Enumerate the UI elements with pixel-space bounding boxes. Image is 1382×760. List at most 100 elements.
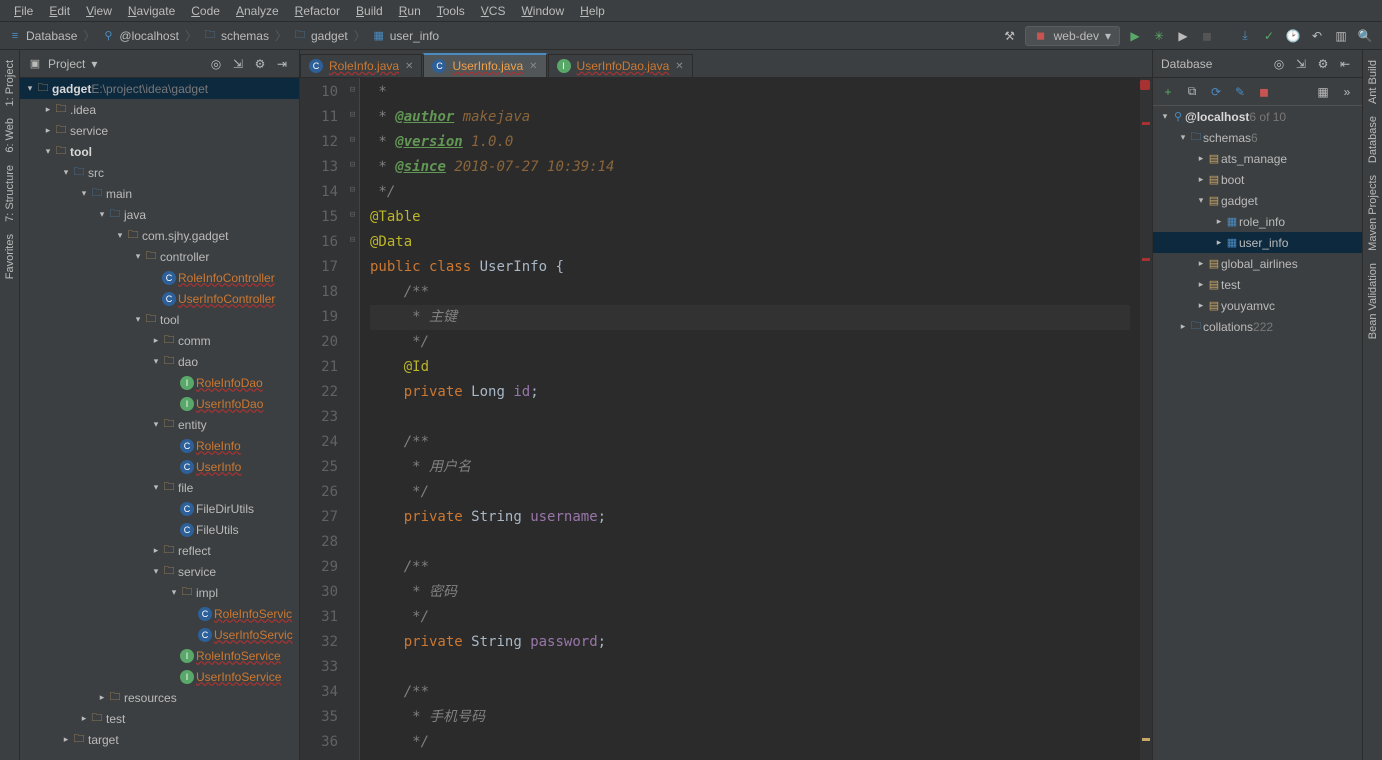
code-line[interactable]: private String password; bbox=[370, 630, 1130, 655]
menu-analyze[interactable]: Analyze bbox=[228, 2, 287, 20]
vcs-revert-icon[interactable]: ↶ bbox=[1308, 27, 1326, 45]
line-number[interactable]: 29 bbox=[300, 555, 338, 580]
tool-tab-beanvalidation[interactable]: Bean Validation bbox=[1365, 257, 1381, 345]
code-line[interactable]: @Table bbox=[370, 205, 1130, 230]
tree-item[interactable]: ▸🗀resources bbox=[20, 687, 299, 708]
line-number[interactable]: 19 bbox=[300, 305, 338, 330]
tree-item[interactable]: IUserInfoDao bbox=[20, 393, 299, 414]
collapse-all-icon[interactable]: ⇲ bbox=[229, 55, 247, 73]
db-tree-item[interactable]: ▸▤ boot bbox=[1153, 169, 1362, 190]
error-mark[interactable] bbox=[1142, 122, 1150, 125]
tree-item[interactable]: IRoleInfoDao bbox=[20, 372, 299, 393]
menu-tools[interactable]: Tools bbox=[429, 2, 473, 20]
tree-item[interactable]: ▸🗀comm bbox=[20, 330, 299, 351]
expand-arrow-icon[interactable]: ▾ bbox=[132, 251, 144, 262]
line-number[interactable]: 36 bbox=[300, 730, 338, 755]
vcs-commit-icon[interactable]: ✓ bbox=[1260, 27, 1278, 45]
expand-arrow-icon[interactable]: ▾ bbox=[42, 146, 54, 157]
tree-item[interactable]: ▾🗀src bbox=[20, 162, 299, 183]
tree-item[interactable]: ▾🗀service bbox=[20, 561, 299, 582]
db-tree-item[interactable]: ▸▤ test bbox=[1153, 274, 1362, 295]
expand-arrow-icon[interactable]: ▸ bbox=[150, 335, 162, 346]
tree-item[interactable]: ▸🗀test bbox=[20, 708, 299, 729]
line-number[interactable]: 25 bbox=[300, 455, 338, 480]
code-line[interactable]: * 密码 bbox=[370, 580, 1130, 605]
expand-arrow-icon[interactable]: ▸ bbox=[150, 545, 162, 556]
error-indicator-icon[interactable] bbox=[1140, 80, 1150, 90]
expand-arrow-icon[interactable]: ▸ bbox=[1195, 279, 1207, 290]
code-line[interactable]: * @author makejava bbox=[370, 105, 1130, 130]
expand-arrow-icon[interactable]: ▾ bbox=[78, 188, 90, 199]
expand-arrow-icon[interactable]: ▸ bbox=[78, 713, 90, 724]
fold-marker[interactable]: ⊟ bbox=[346, 153, 359, 178]
hide-icon[interactable]: ⇤ bbox=[1336, 55, 1354, 73]
code-line[interactable] bbox=[370, 405, 1130, 430]
expand-arrow-icon[interactable]: ▾ bbox=[1159, 111, 1171, 122]
line-number[interactable]: 21 bbox=[300, 355, 338, 380]
menu-code[interactable]: Code bbox=[183, 2, 228, 20]
refresh-icon[interactable]: ⟳ bbox=[1207, 83, 1225, 101]
tree-item[interactable]: CFileUtils bbox=[20, 519, 299, 540]
expand-arrow-icon[interactable]: ▸ bbox=[1195, 258, 1207, 269]
expand-arrow-icon[interactable]: ▾ bbox=[150, 566, 162, 577]
code-line[interactable]: public class UserInfo { bbox=[370, 255, 1130, 280]
chevron-down-icon[interactable]: ▾ bbox=[91, 57, 97, 71]
menu-window[interactable]: Window bbox=[513, 2, 572, 20]
tree-item[interactable]: CUserInfoServic bbox=[20, 624, 299, 645]
line-number[interactable]: 28 bbox=[300, 530, 338, 555]
tree-item[interactable]: ▸🗀.idea bbox=[20, 99, 299, 120]
collapse-all-icon[interactable]: ⇲ bbox=[1292, 55, 1310, 73]
db-collations-folder[interactable]: ▸🗀 collations 222 bbox=[1153, 316, 1362, 337]
expand-arrow-icon[interactable]: ▸ bbox=[1195, 153, 1207, 164]
line-number[interactable]: 15 bbox=[300, 205, 338, 230]
menu-view[interactable]: View bbox=[78, 2, 120, 20]
line-number[interactable]: 13 bbox=[300, 155, 338, 180]
make-project-icon[interactable]: ⚒ bbox=[1001, 27, 1019, 45]
tool-tab-structure[interactable]: 7: Structure bbox=[2, 159, 18, 228]
editor[interactable]: 1011121314151617181920212223242526272829… bbox=[300, 78, 1152, 760]
tree-item[interactable]: CRoleInfoServic bbox=[20, 603, 299, 624]
code-line[interactable]: @Id bbox=[370, 355, 1130, 380]
expand-arrow-icon[interactable]: ▸ bbox=[1195, 300, 1207, 311]
code-line[interactable]: /** bbox=[370, 430, 1130, 455]
more-icon[interactable]: » bbox=[1338, 83, 1356, 101]
tree-item[interactable]: IUserInfoService bbox=[20, 666, 299, 687]
expand-arrow-icon[interactable]: ▾ bbox=[96, 209, 108, 220]
tree-item[interactable]: CRoleInfoController bbox=[20, 267, 299, 288]
db-schemas-folder[interactable]: ▾🗀 schemas 6 bbox=[1153, 127, 1362, 148]
code-line[interactable]: * @since 2018-07-27 10:39:14 bbox=[370, 155, 1130, 180]
code-line[interactable] bbox=[370, 655, 1130, 680]
db-tree-item[interactable]: ▸▤ youyamvc bbox=[1153, 295, 1362, 316]
tree-item[interactable]: CUserInfo bbox=[20, 456, 299, 477]
tree-item[interactable]: ▾🗀tool bbox=[20, 309, 299, 330]
code-line[interactable]: /** bbox=[370, 555, 1130, 580]
locate-icon[interactable]: ◎ bbox=[1270, 55, 1288, 73]
tool-tab-database[interactable]: Database bbox=[1365, 110, 1381, 169]
menu-run[interactable]: Run bbox=[391, 2, 429, 20]
line-number[interactable]: 23 bbox=[300, 405, 338, 430]
database-tree[interactable]: ▾⚲ @localhost 6 of 10▾🗀 schemas 6▸▤ ats_… bbox=[1153, 106, 1362, 760]
expand-arrow-icon[interactable]: ▾ bbox=[150, 482, 162, 493]
code-line[interactable]: */ bbox=[370, 180, 1130, 205]
breadcrumb-item[interactable]: 🗀schemas bbox=[203, 29, 269, 43]
line-number[interactable]: 31 bbox=[300, 605, 338, 630]
fold-gutter[interactable]: ⊟⊟⊟⊟⊟⊟⊟ bbox=[346, 78, 360, 760]
code-line[interactable]: * bbox=[370, 80, 1130, 105]
close-tab-icon[interactable]: ✕ bbox=[405, 61, 413, 72]
line-number[interactable]: 34 bbox=[300, 680, 338, 705]
db-tree-item[interactable]: ▾▤ gadget bbox=[1153, 190, 1362, 211]
fold-marker[interactable]: ⊟ bbox=[346, 78, 359, 103]
tool-tab-favorites[interactable]: Favorites bbox=[2, 228, 18, 285]
run-config-selector[interactable]: ◼ web-dev ▾ bbox=[1025, 26, 1120, 46]
expand-arrow-icon[interactable]: ▾ bbox=[60, 167, 72, 178]
menu-refactor[interactable]: Refactor bbox=[287, 2, 348, 20]
menu-build[interactable]: Build bbox=[348, 2, 391, 20]
line-number[interactable]: 14 bbox=[300, 180, 338, 205]
fold-marker[interactable]: ⊟ bbox=[346, 103, 359, 128]
code-line[interactable]: */ bbox=[370, 480, 1130, 505]
line-number[interactable]: 33 bbox=[300, 655, 338, 680]
tree-item[interactable]: ▸🗀service bbox=[20, 120, 299, 141]
db-datasource[interactable]: ▾⚲ @localhost 6 of 10 bbox=[1153, 106, 1362, 127]
editor-tab[interactable]: CRoleInfo.java✕ bbox=[300, 54, 422, 77]
code-line[interactable]: private Long id; bbox=[370, 380, 1130, 405]
